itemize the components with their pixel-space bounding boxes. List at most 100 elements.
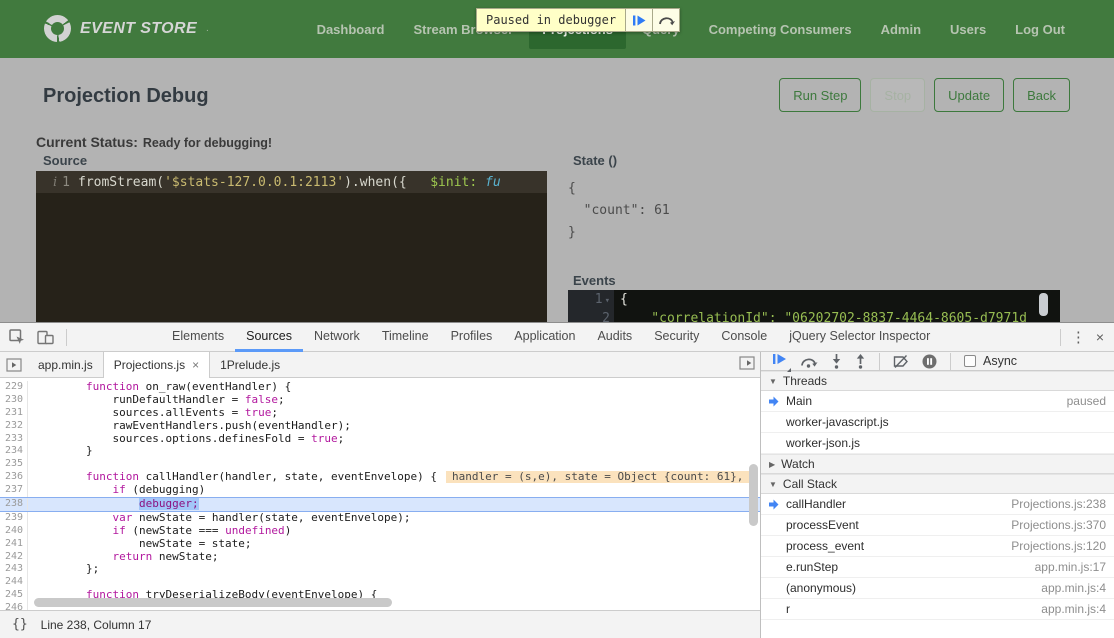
line-number-gutter[interactable]: 229	[0, 381, 28, 394]
line-number-gutter[interactable]: 246	[0, 602, 28, 610]
thread-row-worker-javascript-js[interactable]: worker-javascript.js	[761, 412, 1114, 433]
line-number-gutter[interactable]: 231	[0, 407, 28, 420]
line-number-gutter[interactable]: 242	[0, 551, 28, 564]
devtools-tab-elements[interactable]: Elements	[161, 323, 235, 352]
back-button[interactable]: Back	[1013, 78, 1070, 112]
file-tab-app.min.js[interactable]: app.min.js	[28, 352, 103, 377]
devtools-tab-application[interactable]: Application	[503, 323, 586, 352]
code-editor[interactable]: 229 function on_raw(eventHandler) {230 r…	[0, 378, 760, 610]
nav-item-users[interactable]: Users	[937, 10, 999, 49]
line-number-gutter[interactable]: 232	[0, 420, 28, 433]
code-line-234[interactable]: 234 }	[0, 445, 760, 458]
line-number-gutter[interactable]: 234	[0, 445, 28, 458]
events-editor[interactable]: 1▾{2 "correlationId": "06202702-8837-446…	[568, 290, 1060, 322]
stop-button[interactable]: Stop	[870, 78, 925, 112]
threads-section-header[interactable]: ▼Threads	[761, 371, 1114, 391]
fold-caret-icon[interactable]: ▾	[605, 296, 610, 306]
devtools-menu-icon[interactable]: ⋮	[1071, 330, 1086, 345]
banner-step-over-button[interactable]	[653, 8, 680, 32]
vertical-scrollbar-thumb[interactable]	[749, 464, 758, 526]
line-number-gutter[interactable]: 243	[0, 563, 28, 576]
devtools-tab-timeline[interactable]: Timeline	[371, 323, 440, 352]
call-stack-frame[interactable]	[761, 620, 1114, 638]
code-line-232[interactable]: 232 rawEventHandlers.push(eventHandler);	[0, 420, 760, 433]
pause-on-exceptions-icon[interactable]	[922, 354, 937, 369]
async-checkbox[interactable]	[964, 355, 976, 367]
code-line-241[interactable]: 241 newState = state;	[0, 538, 760, 551]
resume-button[interactable]	[773, 352, 787, 370]
devtools-tab-audits[interactable]: Audits	[586, 323, 643, 352]
devtools-tab-profiles[interactable]: Profiles	[440, 323, 504, 352]
line-number-gutter[interactable]: 244	[0, 576, 28, 589]
code-line-237[interactable]: 237 if (debugging)	[0, 484, 760, 497]
devtools-tab-sources[interactable]: Sources	[235, 323, 303, 352]
brand[interactable]: EVENT STORE .	[44, 15, 209, 42]
line-number-gutter[interactable]: 238	[0, 498, 28, 511]
step-out-icon[interactable]	[855, 354, 866, 369]
current-status-value: Ready for debugging!	[143, 136, 272, 150]
code-line-243[interactable]: 243 };	[0, 563, 760, 576]
code-line-240[interactable]: 240 if (newState === undefined)	[0, 525, 760, 538]
code-line-231[interactable]: 231 sources.allEvents = true;	[0, 407, 760, 420]
step-over-icon[interactable]	[800, 355, 818, 368]
code-line-242[interactable]: 242 return newState;	[0, 551, 760, 564]
line-number-gutter[interactable]: 235	[0, 458, 28, 471]
file-tab-label: app.min.js	[38, 358, 93, 372]
thread-row-main[interactable]: Mainpaused	[761, 391, 1114, 412]
line-number-gutter[interactable]: 239	[0, 512, 28, 525]
thread-row-worker-json-js[interactable]: worker-json.js	[761, 433, 1114, 454]
call-stack-section-header[interactable]: ▼Call Stack	[761, 474, 1114, 494]
call-stack-frame[interactable]: rapp.min.js:4	[761, 599, 1114, 620]
code-line-238[interactable]: 238 debugger;	[0, 497, 760, 512]
devtools-tab-console[interactable]: Console	[710, 323, 778, 352]
line-number-gutter[interactable]: 241	[0, 538, 28, 551]
update-button[interactable]: Update	[934, 78, 1004, 112]
run-step-button[interactable]: Run Step	[779, 78, 861, 112]
inspect-element-icon[interactable]	[9, 329, 25, 345]
line-number-gutter[interactable]: 233	[0, 433, 28, 446]
code-line-233[interactable]: 233 sources.options.definesFold = true;	[0, 433, 760, 446]
device-toolbar-icon[interactable]	[37, 330, 54, 345]
code-line-229[interactable]: 229 function on_raw(eventHandler) {	[0, 381, 760, 394]
nav-item-admin[interactable]: Admin	[868, 10, 934, 49]
line-number-gutter[interactable]: 245	[0, 589, 28, 602]
nav-item-competing-consumers[interactable]: Competing Consumers	[696, 10, 865, 49]
call-stack-frame[interactable]: process_eventProjections.js:120	[761, 536, 1114, 557]
line-number-gutter[interactable]: 237	[0, 484, 28, 497]
current-position-arrow-icon	[768, 396, 779, 410]
devtools-tab-security[interactable]: Security	[643, 323, 710, 352]
devtools-close-icon[interactable]: ×	[1096, 330, 1104, 344]
show-navigator-icon[interactable]	[0, 352, 28, 377]
file-tab-projections.js[interactable]: Projections.js×	[103, 352, 210, 378]
nav-item-dashboard[interactable]: Dashboard	[304, 10, 398, 49]
file-tab-close-icon[interactable]: ×	[192, 358, 199, 372]
deactivate-breakpoints-icon[interactable]	[893, 355, 909, 368]
code-line-244[interactable]: 244	[0, 576, 760, 589]
code-line-239[interactable]: 239 var newState = handler(state, eventE…	[0, 512, 760, 525]
line-number-gutter[interactable]: 240	[0, 525, 28, 538]
code-line-235[interactable]: 235	[0, 458, 760, 471]
nav-item-log-out[interactable]: Log Out	[1002, 10, 1078, 49]
line-number-gutter[interactable]: 230	[0, 394, 28, 407]
step-into-icon[interactable]	[831, 354, 842, 369]
pretty-print-icon[interactable]: {}	[12, 617, 28, 632]
source-token: fu	[477, 175, 500, 190]
watch-section-header[interactable]: ▶Watch	[761, 454, 1114, 474]
devtools-tab-jquery-selector-inspector[interactable]: jQuery Selector Inspector	[778, 323, 941, 352]
events-line: 2 "correlationId": "06202702-8837-4464-8…	[568, 309, 1060, 322]
devtools-tab-network[interactable]: Network	[303, 323, 371, 352]
horizontal-scrollbar-thumb[interactable]	[34, 598, 392, 607]
banner-resume-button[interactable]	[626, 8, 653, 32]
line-number-gutter[interactable]: 236	[0, 471, 28, 484]
source-code-editor[interactable]: i1 fromStream('$stats-127.0.0.1:2113').w…	[36, 171, 547, 322]
show-drawer-icon[interactable]	[739, 356, 755, 375]
call-stack-frame[interactable]: callHandlerProjections.js:238	[761, 494, 1114, 515]
source-gutter[interactable]: i1	[36, 175, 78, 190]
call-stack-frame[interactable]: e.runStepapp.min.js:17	[761, 557, 1114, 578]
code-line-230[interactable]: 230 runDefaultHandler = false;	[0, 394, 760, 407]
file-tab-1prelude.js[interactable]: 1Prelude.js	[210, 352, 290, 377]
call-stack-frame[interactable]: processEventProjections.js:370	[761, 515, 1114, 536]
call-stack-frame[interactable]: (anonymous)app.min.js:4	[761, 578, 1114, 599]
code-line-236[interactable]: 236 function callHandler(handler, state,…	[0, 471, 760, 484]
events-scrollbar-thumb[interactable]	[1039, 293, 1048, 316]
